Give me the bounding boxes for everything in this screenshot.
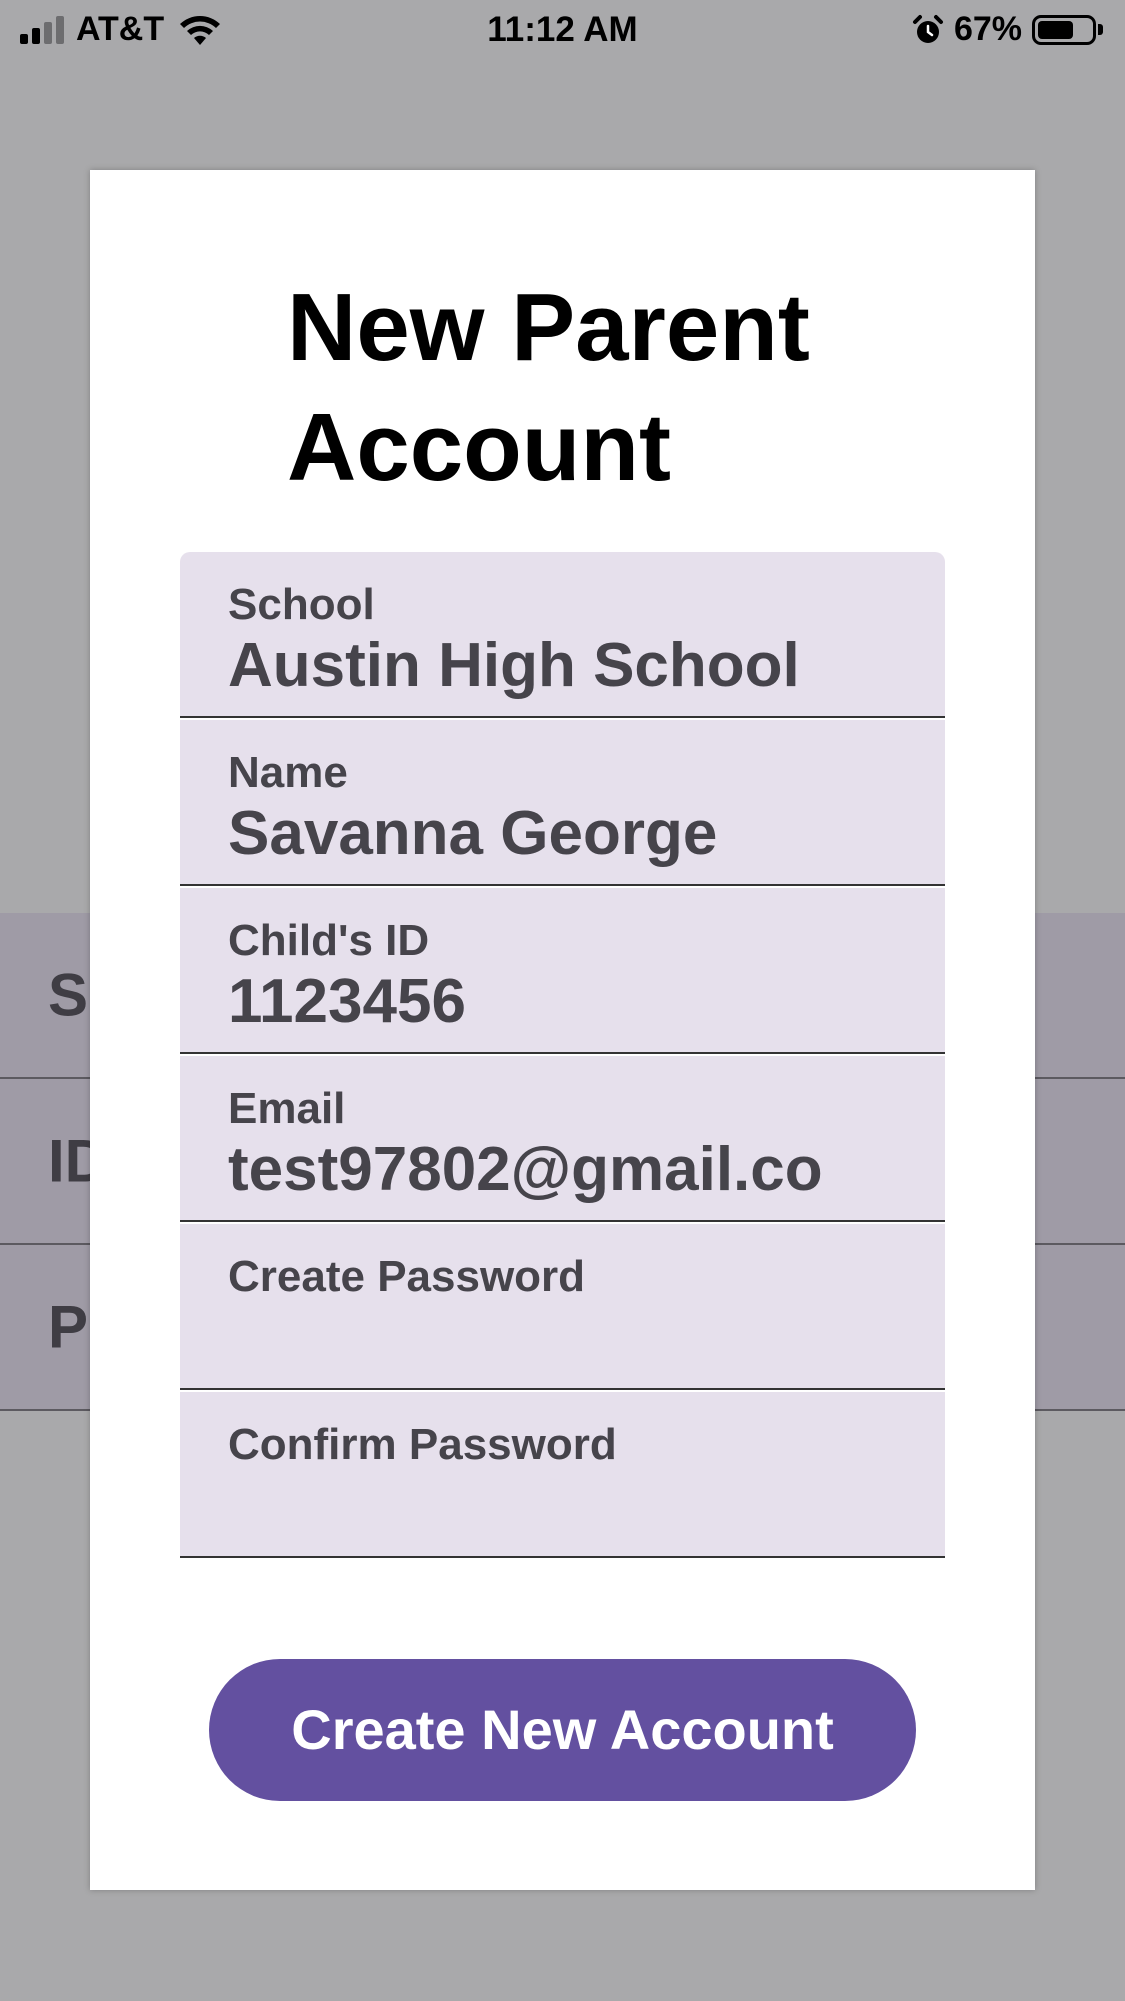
new-account-modal: New Parent Account School Austin High Sc…: [90, 170, 1035, 1890]
background-row-label: P: [48, 1293, 89, 1361]
school-label: School: [228, 580, 375, 629]
create-account-button[interactable]: Create New Account: [209, 1659, 916, 1801]
alarm-icon: [912, 14, 943, 43]
name-value[interactable]: Savanna George: [228, 798, 928, 869]
email-field[interactable]: Email test97802@gmail.co: [180, 1056, 945, 1222]
child-id-label: Child's ID: [228, 916, 430, 965]
confirm-password-field[interactable]: Confirm Password: [180, 1392, 945, 1558]
battery-nub: [1098, 24, 1103, 35]
background-row-label: S: [48, 961, 89, 1029]
create-password-label: Create Password: [228, 1252, 586, 1301]
child-id-field[interactable]: Child's ID 1123456: [180, 888, 945, 1054]
name-field[interactable]: Name Savanna George: [180, 720, 945, 886]
school-value[interactable]: Austin High School: [228, 630, 928, 701]
modal-title: New Parent Account: [287, 274, 810, 501]
create-password-field[interactable]: Create Password: [180, 1224, 945, 1390]
name-label: Name: [228, 748, 348, 797]
child-id-value[interactable]: 1123456: [228, 966, 928, 1037]
confirm-password-label: Confirm Password: [228, 1420, 617, 1469]
battery-fill: [1038, 20, 1073, 39]
status-right: 67%: [912, 10, 1103, 49]
email-label: Email: [228, 1084, 346, 1133]
email-value[interactable]: test97802@gmail.co: [228, 1134, 928, 1205]
school-field[interactable]: School Austin High School: [180, 552, 945, 718]
status-bar: AT&T 11:12 AM 67%: [0, 0, 1125, 62]
battery-icon: [1032, 14, 1096, 45]
battery-percent: 67%: [953, 10, 1022, 48]
